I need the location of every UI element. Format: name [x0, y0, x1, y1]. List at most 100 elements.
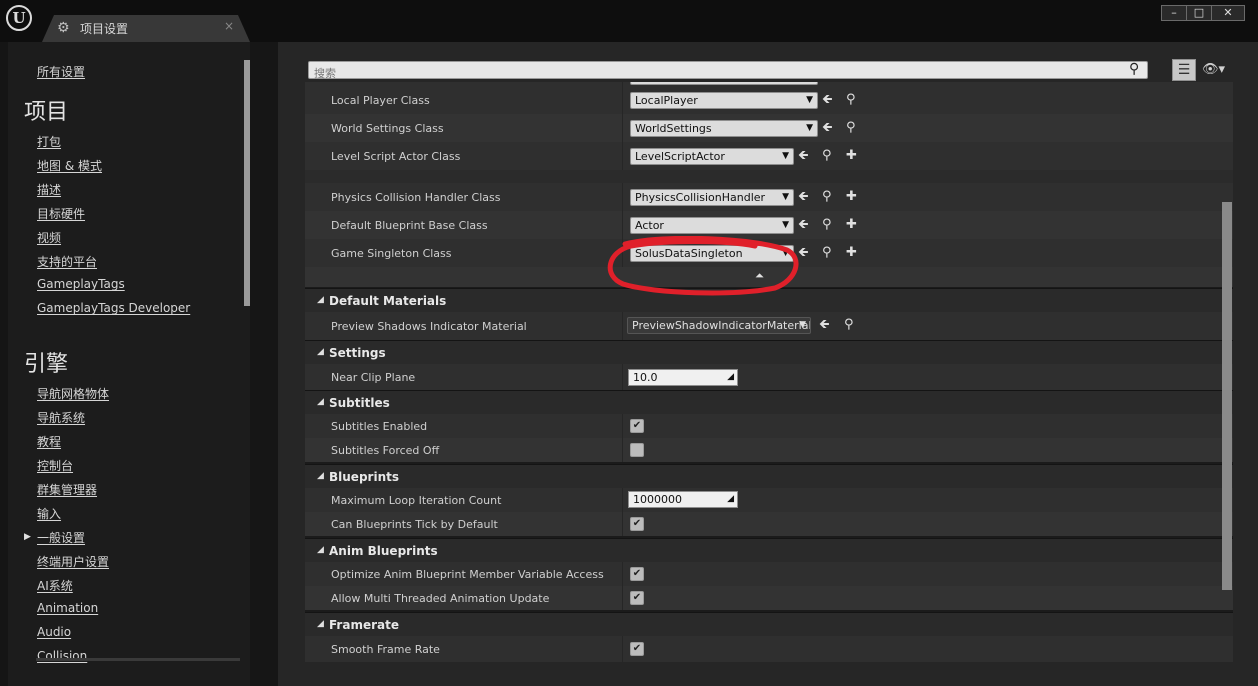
nav-item[interactable]: 打包 — [37, 133, 61, 150]
close-window-button[interactable]: ✕ — [1211, 5, 1245, 21]
subtitles-forced-off-checkbox[interactable] — [630, 443, 644, 457]
max-loop-iteration-input[interactable]: 1000000 ◢ — [628, 491, 738, 508]
nav-item[interactable]: 群集管理器 — [37, 481, 97, 498]
tab-close-icon[interactable]: × — [224, 19, 234, 33]
add-icon[interactable]: ✚ — [846, 190, 857, 204]
browse-search-icon[interactable]: ⚲ — [822, 218, 832, 232]
add-icon[interactable]: ✚ — [846, 218, 857, 232]
browse-search-icon[interactable]: ⚲ — [822, 246, 832, 260]
number-value: 10.0 — [633, 371, 658, 384]
class-dropdown[interactable] — [630, 82, 818, 85]
chevron-down-icon: ▼ — [782, 220, 789, 230]
nav-item[interactable]: 导航系统 — [37, 409, 85, 426]
property-row-subtitles-enabled: Subtitles Enabled ✔ — [305, 414, 1233, 438]
dropdown-value: LevelScriptActor — [635, 150, 725, 163]
search-input[interactable] — [309, 65, 1119, 82]
use-selected-arrow-icon[interactable]: 🡸 — [822, 121, 833, 135]
category-arrow-icon: ◢ — [317, 619, 324, 629]
nav-heading-project: 项目 — [24, 100, 69, 125]
use-selected-arrow-icon[interactable]: 🡸 — [798, 149, 809, 163]
browse-search-icon[interactable]: ⚲ — [822, 190, 832, 204]
chevron-down-icon: ▼ — [806, 123, 813, 133]
nav-item[interactable]: 导航网格物体 — [37, 385, 109, 402]
nav-item[interactable]: 教程 — [37, 433, 61, 450]
blueprints-tick-checkbox[interactable]: ✔ — [630, 517, 644, 531]
smooth-frame-rate-checkbox[interactable]: ✔ — [630, 642, 644, 656]
property-row-blueprints-tick: Can Blueprints Tick by Default ✔ — [305, 512, 1233, 536]
nav-item[interactable]: 终端用户设置 — [37, 553, 109, 570]
browse-search-icon[interactable]: ⚲ — [844, 318, 854, 332]
nav-item[interactable]: AI系统 — [37, 577, 73, 594]
default-blueprint-base-class-dropdown[interactable]: Actor ▼ — [630, 217, 794, 234]
search-icon[interactable]: ⚲ — [1129, 61, 1145, 77]
category-settings[interactable]: ◢ Settings — [305, 340, 1233, 364]
dropdown-value: PhysicsCollisionHandler — [635, 191, 766, 204]
browse-search-icon[interactable]: ⚲ — [822, 149, 832, 163]
minimize-button[interactable]: – — [1161, 5, 1187, 21]
level-script-actor-class-dropdown[interactable]: LevelScriptActor ▼ — [630, 148, 794, 165]
optimize-anim-checkbox[interactable]: ✔ — [630, 567, 644, 581]
advanced-collapse-row[interactable]: ⏶ — [305, 267, 1233, 287]
world-settings-class-dropdown[interactable]: WorldSettings ▼ — [630, 120, 818, 137]
selected-arrow-icon: ▶ — [24, 532, 31, 542]
nav-item[interactable]: 视频 — [37, 229, 61, 246]
preview-shadows-material-dropdown[interactable]: PreviewShadowIndicatorMaterial ▼ — [627, 317, 811, 334]
nav-item[interactable]: Audio — [37, 625, 71, 639]
game-singleton-class-dropdown[interactable]: SolusDataSingleton ▼ — [630, 245, 794, 262]
nav-all-settings[interactable]: 所有设置 — [37, 63, 85, 80]
nav-heading-engine: 引擎 — [24, 352, 69, 377]
category-subtitles[interactable]: ◢ Subtitles — [305, 390, 1233, 414]
gear-icon: ⚙ — [57, 20, 70, 36]
dropdown-value: LocalPlayer — [635, 94, 698, 107]
nav-item[interactable]: 地图 & 模式 — [37, 157, 102, 174]
chevron-down-icon: ▼ — [782, 192, 789, 202]
category-label: Settings — [329, 346, 386, 360]
nav-item[interactable]: 支持的平台 — [37, 253, 97, 270]
category-arrow-icon: ◢ — [317, 545, 324, 555]
use-selected-arrow-icon[interactable]: 🡸 — [798, 190, 809, 204]
category-anim-blueprints[interactable]: ◢ Anim Blueprints — [305, 538, 1233, 562]
local-player-class-dropdown[interactable]: LocalPlayer ▼ — [630, 92, 818, 109]
dropdown-value: SolusDataSingleton — [635, 247, 743, 260]
tab-project-settings[interactable]: ⚙ 项目设置 × — [42, 15, 250, 42]
use-selected-arrow-icon[interactable]: 🡸 — [822, 93, 833, 107]
property-label: Default Blueprint Base Class — [331, 219, 488, 232]
nav-item[interactable]: 控制台 — [37, 457, 73, 474]
nav-item[interactable]: GameplayTags — [37, 277, 125, 291]
nav-item[interactable]: 目标硬件 — [37, 205, 85, 222]
eye-view-options-icon[interactable]: 👁▾ — [1202, 62, 1232, 78]
add-icon[interactable]: ✚ — [846, 246, 857, 260]
category-blueprints[interactable]: ◢ Blueprints — [305, 464, 1233, 488]
nav-horizontal-scrollbar[interactable] — [36, 658, 240, 661]
spin-handle-icon: ◢ — [727, 494, 734, 504]
multi-threaded-anim-checkbox[interactable]: ✔ — [630, 591, 644, 605]
nav-item[interactable]: 输入 — [37, 505, 61, 522]
details-scrollbar[interactable] — [1222, 202, 1232, 590]
spacer — [305, 170, 1233, 183]
collapse-advanced-icon[interactable]: ⏶ — [755, 269, 764, 283]
category-default-materials[interactable]: ◢ Default Materials — [305, 288, 1233, 312]
add-icon[interactable]: ✚ — [846, 149, 857, 163]
property-label: Subtitles Enabled — [331, 420, 428, 433]
near-clip-plane-input[interactable]: 10.0 ◢ — [628, 369, 738, 386]
property-row-world-settings-class: World Settings Class WorldSettings ▼ 🡸 ⚲ — [305, 114, 1233, 142]
nav-item[interactable]: GameplayTags Developer — [37, 301, 190, 315]
maximize-button[interactable]: □ — [1186, 5, 1212, 21]
search-box[interactable]: ⚲ — [308, 61, 1148, 82]
nav-item[interactable]: Animation — [37, 601, 98, 615]
physics-collision-handler-class-dropdown[interactable]: PhysicsCollisionHandler ▼ — [630, 189, 794, 206]
property-row-preview-shadows: Preview Shadows Indicator Material Previ… — [305, 312, 1233, 340]
property-label: Maximum Loop Iteration Count — [331, 494, 502, 507]
browse-search-icon[interactable]: ⚲ — [846, 121, 856, 135]
category-label: Default Materials — [329, 294, 447, 308]
use-selected-arrow-icon[interactable]: 🡸 — [798, 246, 809, 260]
nav-item[interactable]: 描述 — [37, 181, 61, 198]
browse-search-icon[interactable]: ⚲ — [846, 93, 856, 107]
category-label: Anim Blueprints — [329, 544, 438, 558]
category-framerate[interactable]: ◢ Framerate — [305, 612, 1233, 636]
subtitles-enabled-checkbox[interactable]: ✔ — [630, 419, 644, 433]
nav-item-general-settings[interactable]: 一般设置 — [37, 529, 85, 546]
use-selected-arrow-icon[interactable]: 🡸 — [819, 318, 830, 332]
use-selected-arrow-icon[interactable]: 🡸 — [798, 218, 809, 232]
list-view-icon[interactable]: ☰ — [1172, 59, 1196, 81]
